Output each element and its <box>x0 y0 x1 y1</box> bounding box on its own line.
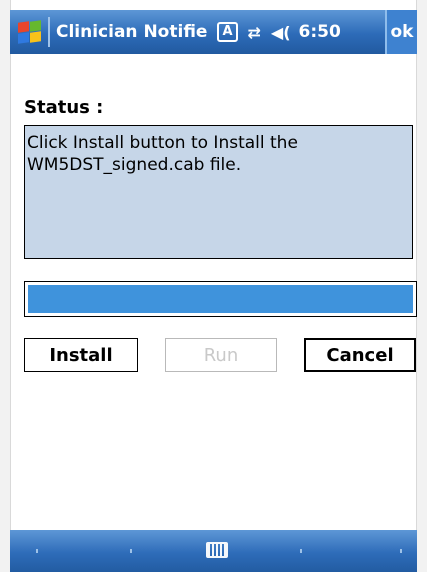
menu-divider <box>130 549 132 553</box>
menu-divider <box>400 549 402 553</box>
blank-area <box>20 484 170 508</box>
cancel-button[interactable]: Cancel <box>304 338 416 372</box>
volume-icon[interactable]: ◀( <box>271 23 291 42</box>
title-separator <box>48 17 50 47</box>
run-button[interactable]: Run <box>165 338 277 372</box>
right-border <box>416 0 427 572</box>
app-title: Clinician Notifie <box>56 22 208 42</box>
menu-divider <box>300 549 302 553</box>
ok-button[interactable]: ok <box>385 10 417 54</box>
clock[interactable]: 6:50 <box>299 22 341 42</box>
status-text-box: Click Install button to Install the WM5D… <box>24 125 413 259</box>
connectivity-icon[interactable]: ⇄ <box>248 23 261 42</box>
left-border <box>0 0 11 572</box>
keyboard-icon[interactable] <box>206 542 228 558</box>
progress-bar <box>24 281 417 317</box>
progress-fill <box>28 285 413 313</box>
menu-divider <box>36 549 38 553</box>
status-label: Status : <box>24 97 104 118</box>
title-bar: Clinician Notifie A ⇄ ◀( 6:50 ok <box>10 10 417 54</box>
input-mode-icon[interactable]: A <box>217 22 238 42</box>
menu-bar <box>10 530 417 572</box>
windows-start-icon[interactable] <box>12 16 44 48</box>
install-button[interactable]: Install <box>24 338 138 372</box>
device-screen: Clinician Notifie A ⇄ ◀( 6:50 ok Status … <box>0 0 427 572</box>
